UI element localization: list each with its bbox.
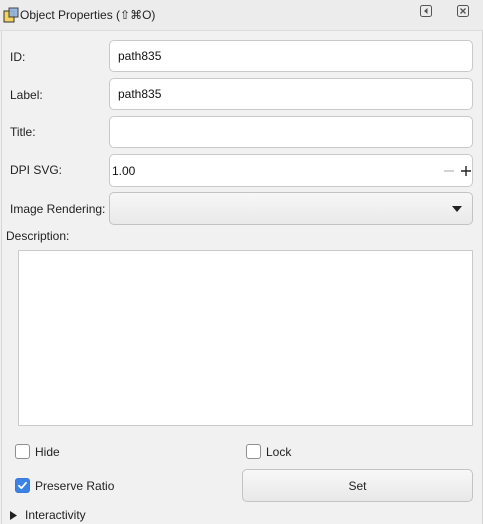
expander-arrow-icon <box>10 510 17 520</box>
image-rendering-label: Image Rendering: <box>10 202 106 216</box>
close-icon[interactable] <box>456 4 470 18</box>
dpi-svg-spinbox <box>109 154 473 187</box>
id-label: ID: <box>10 50 26 64</box>
lock-checkbox-row[interactable]: Lock <box>246 444 291 459</box>
title-field[interactable] <box>109 116 473 148</box>
dpi-increase-button[interactable] <box>457 155 475 186</box>
hide-checkbox-row[interactable]: Hide <box>15 444 60 459</box>
id-field[interactable] <box>109 40 473 72</box>
interactivity-label: Interactivity <box>25 508 86 522</box>
hide-label: Hide <box>35 444 60 459</box>
plus-icon <box>461 165 471 176</box>
hide-checkbox[interactable] <box>15 444 30 459</box>
image-rendering-dropdown[interactable] <box>109 192 473 225</box>
description-textarea[interactable] <box>18 250 473 426</box>
interactivity-expander[interactable]: Interactivity <box>10 508 86 522</box>
panel-title: Object Properties (⇧⌘O) <box>20 8 156 22</box>
object-properties-icon <box>3 7 19 23</box>
dock-icon[interactable] <box>419 4 433 18</box>
set-button[interactable]: Set <box>242 469 473 502</box>
label-label: Label: <box>10 88 43 102</box>
dpi-svg-label: DPI SVG: <box>10 163 63 177</box>
dpi-decrease-button[interactable] <box>440 155 458 186</box>
description-label: Description: <box>6 229 70 243</box>
minus-icon <box>444 169 454 172</box>
dpi-svg-input[interactable] <box>112 155 432 186</box>
preserve-ratio-checkbox-row[interactable]: Preserve Ratio <box>15 478 114 493</box>
label-field[interactable] <box>109 78 473 110</box>
title-label: Title: <box>10 125 36 139</box>
lock-label: Lock <box>266 444 292 459</box>
lock-checkbox[interactable] <box>246 444 261 459</box>
preserve-ratio-label: Preserve Ratio <box>35 478 115 493</box>
preserve-ratio-checkbox[interactable] <box>15 478 30 493</box>
panel-titlebar: Object Properties (⇧⌘O) <box>0 0 483 31</box>
checkmark-icon <box>18 481 27 490</box>
chevron-down-icon <box>452 206 462 212</box>
